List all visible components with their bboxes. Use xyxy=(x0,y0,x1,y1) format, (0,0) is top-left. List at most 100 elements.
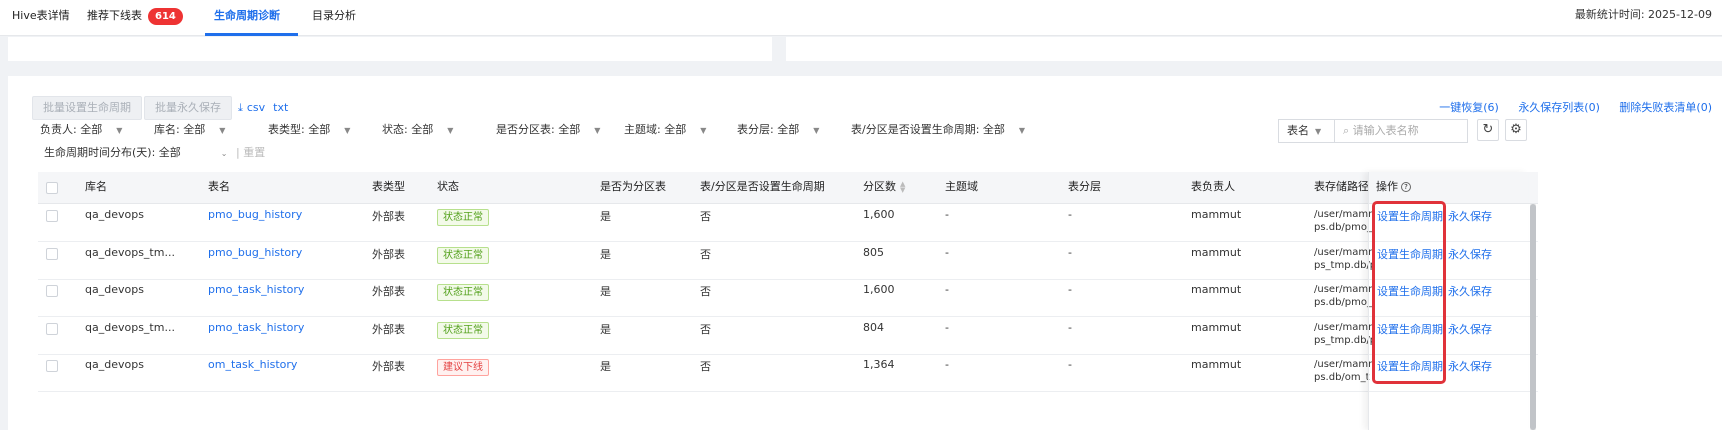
col-actions: 操作? xyxy=(1376,172,1411,204)
search-icon: ⌕ xyxy=(1343,124,1350,137)
path-line: /user/mamm xyxy=(1314,359,1372,370)
cell-owner: mammut xyxy=(1191,283,1242,296)
row-checkbox[interactable] xyxy=(46,323,58,335)
restore-all-link[interactable]: 一键恢复(6) xyxy=(1439,101,1499,114)
cell-status: 状态正常 xyxy=(437,209,489,226)
tab-hive-table-detail[interactable]: Hive表详情 xyxy=(12,0,70,36)
filter-lifecycle-distribution[interactable]: 生命周期时间分布(天): 全部 ⌄ xyxy=(44,142,228,164)
filter-label: 是否分区表: 全部 xyxy=(496,123,581,136)
col-partitions[interactable]: 分区数 ▲ ▼ xyxy=(863,172,905,204)
gear-icon: ⚙ xyxy=(1510,122,1522,137)
col-type: 表类型 xyxy=(372,180,405,193)
cell-db: qa_devops xyxy=(85,358,144,371)
row-checkbox[interactable] xyxy=(46,248,58,260)
batch-lifecycle-button[interactable]: 批量设置生命周期 xyxy=(32,96,142,120)
search-input[interactable]: ⌕ 请输入表名称 xyxy=(1334,119,1468,143)
tab-recommended-offline[interactable]: 推荐下线表 614 xyxy=(87,0,183,36)
permanent-save-button[interactable]: 永久保存 xyxy=(1448,208,1492,224)
permanent-save-button[interactable]: 永久保存 xyxy=(1448,246,1492,262)
table-scrollbar-thumb[interactable] xyxy=(1530,204,1536,430)
cell-domain: - xyxy=(945,208,949,221)
filter-domain[interactable]: 主题域: 全部 ▼ xyxy=(624,119,706,141)
settings-button[interactable]: ⚙ xyxy=(1505,119,1527,141)
cell-type: 外部表 xyxy=(372,360,405,373)
col-layer: 表分层 xyxy=(1068,180,1101,193)
status-badge: 状态正常 xyxy=(437,322,489,339)
row-checkbox[interactable] xyxy=(46,285,58,297)
cell-status: 状态正常 xyxy=(437,284,489,301)
cell-status: 建议下线 xyxy=(437,359,489,376)
filter-lifecycle-set[interactable]: 表/分区是否设置生命周期: 全部 ▼ xyxy=(851,119,1025,141)
top-tab-bar: Hive表详情 推荐下线表 614 生命周期诊断 目录分析 最新统计时间: 202… xyxy=(0,0,1722,36)
filter-status[interactable]: 状态: 全部 ▼ xyxy=(382,119,453,141)
cell-layer: - xyxy=(1068,321,1072,334)
caret-down-icon: ▼ xyxy=(219,126,226,135)
filter-layer[interactable]: 表分层: 全部 ▼ xyxy=(737,119,819,141)
reset-button[interactable]: | 重置 xyxy=(236,142,265,164)
filter-label: 状态: 全部 xyxy=(382,123,434,136)
row-checkbox[interactable] xyxy=(46,360,58,372)
table-row: qa_devops_tm... pmo_bug_history 外部表 状态正常 是 否 8… xyxy=(38,242,1538,280)
permanent-save-button[interactable]: 永久保存 xyxy=(1448,321,1492,337)
search-select-label: 表名 xyxy=(1287,124,1309,137)
cell-layer: - xyxy=(1068,208,1072,221)
batch-permanent-button[interactable]: 批量永久保存 xyxy=(144,96,232,120)
delete-failed-link[interactable]: 删除失败表清单(0) xyxy=(1619,101,1712,114)
cell-partitioned: 是 xyxy=(600,285,611,298)
cell-owner: mammut xyxy=(1191,208,1242,221)
download-icon: ⤓ xyxy=(238,101,243,114)
export-csv-link[interactable]: csv xyxy=(247,101,265,114)
cell-domain: - xyxy=(945,246,949,259)
cell-lifecycle-set: 否 xyxy=(700,360,711,373)
sort-icon[interactable]: ▲ ▼ xyxy=(900,181,905,194)
tab-label: Hive表详情 xyxy=(12,9,70,22)
tab-lifecycle-diagnosis[interactable]: 生命周期诊断 xyxy=(214,0,280,36)
table-header: 库名 表名 表类型 状态 是否为分区表 表/分区是否设置生命周期 分区数 ▲ ▼ 主… xyxy=(38,172,1538,204)
cell-table-link[interactable]: pmo_bug_history xyxy=(208,208,302,221)
cell-type: 外部表 xyxy=(372,285,405,298)
export-group: ⤓ csv txt xyxy=(238,96,296,120)
cell-table-link[interactable]: pmo_bug_history xyxy=(208,246,302,259)
cell-partitioned: 是 xyxy=(600,248,611,261)
tab-label: 生命周期诊断 xyxy=(214,9,280,22)
offline-count-badge: 614 xyxy=(148,7,183,25)
filter-partitioned[interactable]: 是否分区表: 全部 ▼ xyxy=(496,119,600,141)
filter-owner[interactable]: 负责人: 全部 ▼ xyxy=(40,119,122,141)
path-line: ps.db/pmo_t xyxy=(1314,297,1372,308)
cell-table-link[interactable]: pmo_task_history xyxy=(208,321,304,334)
path-line: ps_tmp.db/p xyxy=(1314,260,1372,271)
refresh-button[interactable]: ↻ xyxy=(1477,119,1499,141)
tab-catalog-analysis[interactable]: 目录分析 xyxy=(312,0,356,36)
filter-table-type[interactable]: 表类型: 全部 ▼ xyxy=(268,119,350,141)
filter-label: 负责人: 全部 xyxy=(40,123,103,136)
permanent-list-link[interactable]: 永久保存列表(0) xyxy=(1518,101,1600,114)
permanent-save-button[interactable]: 永久保存 xyxy=(1448,358,1492,374)
table-row: qa_devops pmo_task_history 外部表 状态正常 是 否 1,600 -… xyxy=(38,279,1538,317)
col-status: 状态 xyxy=(437,180,459,193)
permanent-save-button[interactable]: 永久保存 xyxy=(1448,283,1492,299)
cell-path: /user/mamm ps.db/pmo_ xyxy=(1314,208,1372,234)
table-row: qa_devops_tm... pmo_task_history 外部表 状态正常 是 否… xyxy=(38,317,1538,355)
summary-card-right xyxy=(786,37,1722,61)
cell-lifecycle-set: 否 xyxy=(700,210,711,223)
search-placeholder: 请输入表名称 xyxy=(1352,124,1419,137)
help-icon[interactable]: ? xyxy=(1401,182,1411,192)
highlight-annotation-box xyxy=(1372,201,1446,384)
path-line: ps.db/pmo_ xyxy=(1314,222,1372,233)
cell-db: qa_devops_tm... xyxy=(85,246,175,259)
caret-down-icon: ▼ xyxy=(116,126,123,135)
cell-partitions: 805 xyxy=(863,246,884,259)
cell-lifecycle-set: 否 xyxy=(700,248,711,261)
filter-label: 主题域: 全部 xyxy=(624,123,687,136)
caret-down-icon: ▼ xyxy=(700,126,707,135)
refresh-icon: ↻ xyxy=(1482,122,1494,137)
cell-db: qa_devops_tm... xyxy=(85,321,175,334)
filter-db[interactable]: 库名: 全部 ▼ xyxy=(154,119,225,141)
select-all-checkbox[interactable] xyxy=(46,182,58,194)
cell-table-link[interactable]: pmo_task_history xyxy=(208,283,304,296)
export-txt-link[interactable]: txt xyxy=(273,101,288,114)
cell-table-link[interactable]: om_task_history xyxy=(208,358,297,371)
cell-partitions: 804 xyxy=(863,321,884,334)
row-checkbox[interactable] xyxy=(46,210,58,222)
search-field-select[interactable]: 表名 ▼ xyxy=(1278,119,1334,143)
